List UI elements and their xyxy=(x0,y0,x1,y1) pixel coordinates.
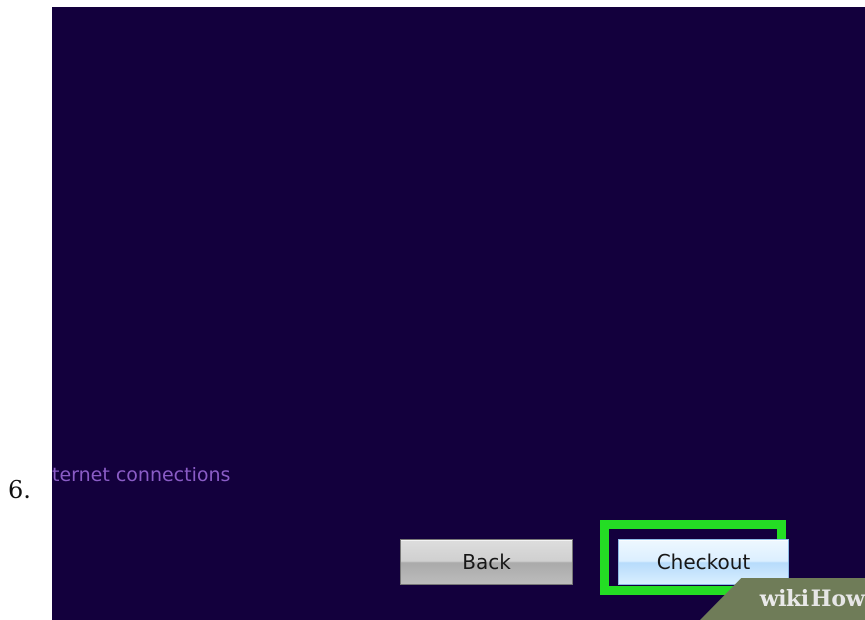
step-number: 6. xyxy=(8,476,31,504)
watermark-wiki-text: wiki xyxy=(759,586,809,612)
setup-screen: ternet connections Back Checkout wikiHow xyxy=(52,7,865,620)
connection-text: ternet connections xyxy=(52,464,231,486)
watermark-how-text: How xyxy=(810,586,865,612)
back-button[interactable]: Back xyxy=(400,539,573,585)
